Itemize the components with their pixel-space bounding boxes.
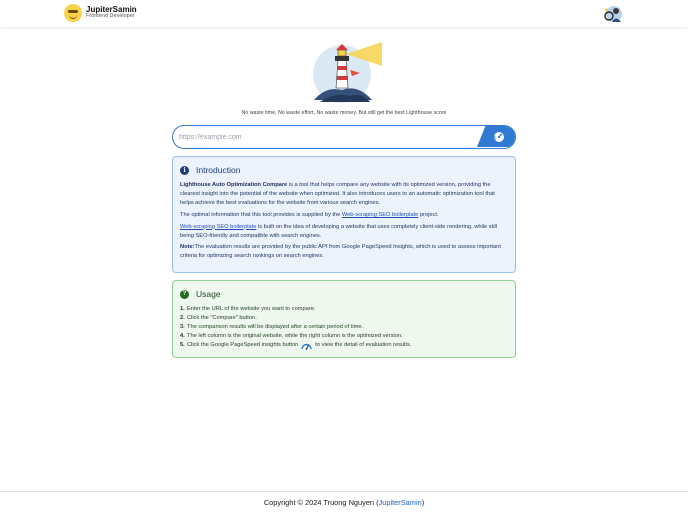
intro-paragraph-1: Lighthouse Auto Optimization Compare is … [180, 181, 508, 208]
question-circle-icon: ? [180, 289, 189, 299]
top-header: JupiterSamin Frontend Developer [0, 0, 688, 27]
info-circle-icon: i [180, 165, 189, 175]
step-text: Click the "Compare" button. [187, 314, 257, 321]
url-input[interactable] [179, 130, 479, 144]
pagespeed-gauge-icon [301, 343, 312, 350]
tool-name: Lighthouse Auto Optimization Compare [180, 182, 288, 188]
introduction-card: i Introduction Lighthouse Auto Optimizat… [172, 156, 516, 273]
boilerplate-link-2[interactable]: Web-scraping SEO boilerplate [180, 224, 256, 230]
intro-paragraph-2: The optimal information that this tool p… [180, 211, 508, 220]
usage-body: 1. Enter the URL of the website you want … [180, 305, 508, 350]
step-text: The left column is the original website,… [187, 332, 403, 339]
note-label: Note: [180, 244, 195, 251]
profile-avatar-icon[interactable] [601, 5, 623, 22]
step-number: 2. [180, 314, 185, 321]
note-text: The evaluation results are provided by t… [180, 244, 501, 260]
intro-note: Note:The evaluation results are provided… [180, 243, 508, 261]
usage-step: 3. The comparison results will be display… [180, 323, 508, 332]
step-number: 5. [180, 341, 185, 348]
step-number: 4. [180, 332, 185, 339]
brand-role: Frontend Developer [86, 13, 135, 20]
footer: Copyright © 2024 Truong Nguyen (JupiterS… [0, 491, 688, 512]
usage-card: ? Usage 1. Enter the URL of the website y… [172, 280, 516, 358]
step-text-post: to view the detail of evaluation results… [315, 341, 412, 348]
step-text: Click the Google PageSpeed insights butt… [187, 341, 299, 348]
intro-text-2b: project. [418, 211, 439, 218]
lighthouse-illustration-icon [313, 42, 382, 103]
intro-paragraph-3: Web-scraping SEO boilerplate is built on… [180, 223, 508, 241]
step-text: Enter the URL of the website you want to… [187, 306, 316, 312]
usage-title: Usage [196, 289, 221, 299]
author-link[interactable]: JupiterSamin [379, 498, 422, 507]
boilerplate-link[interactable]: Web-scraping SEO boilerplate [342, 212, 418, 218]
url-search-bar [172, 125, 516, 149]
smiley-logo-icon [64, 4, 82, 22]
introduction-title: Introduction [196, 165, 241, 175]
step-number: 3. [180, 323, 185, 330]
brand-text: JupiterSamin Frontend Developer [86, 5, 137, 20]
usage-steps: 1. Enter the URL of the website you want … [180, 305, 508, 350]
copyright-close: ) [421, 498, 425, 507]
usage-heading: ? Usage [180, 289, 221, 299]
step-text: The comparison results will be displayed… [187, 323, 364, 330]
usage-step: 5. Click the Google PageSpeed insights bu… [180, 341, 508, 350]
brand[interactable]: JupiterSamin Frontend Developer [64, 4, 137, 22]
usage-step: 4. The left column is the original websit… [180, 332, 508, 341]
introduction-body: Lighthouse Auto Optimization Compare is … [180, 181, 508, 264]
copyright-text: Copyright © 2024 Truong Nguyen ( [263, 498, 379, 507]
usage-step: 1. Enter the URL of the website you want … [180, 305, 508, 314]
pagespeed-gauge-icon [494, 131, 504, 142]
step-number: 1. [180, 306, 185, 312]
intro-text-2: The optimal information that this tool p… [180, 211, 342, 218]
usage-step: 2. Click the "Compare" button. [180, 314, 508, 323]
introduction-heading: i Introduction [180, 165, 240, 175]
compare-button[interactable] [477, 126, 515, 147]
hero-tagline: No waste time, No waste effort, No waste… [241, 110, 447, 116]
